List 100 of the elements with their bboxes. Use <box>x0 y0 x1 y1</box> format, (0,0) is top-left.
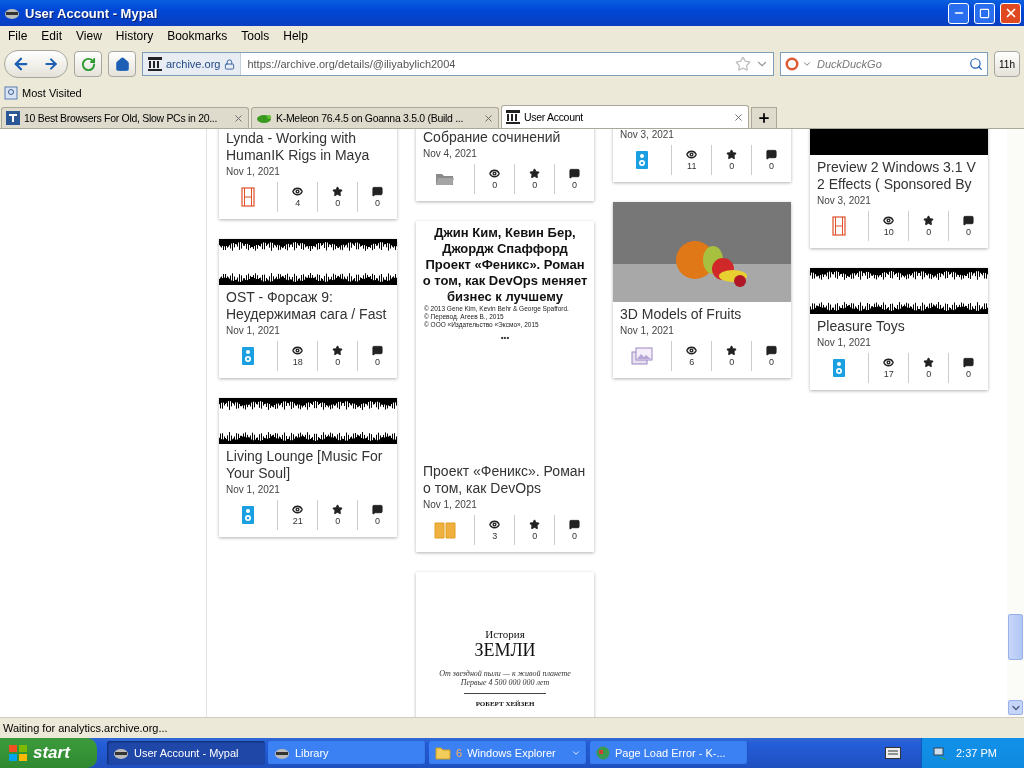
dropdown-icon[interactable] <box>802 59 812 69</box>
item-date: Nov 1, 2021 <box>226 483 281 497</box>
browser-tab[interactable]: K-Meleon 76.4.5 on Goanna 3.5.0 (Build ... <box>251 107 499 128</box>
comment-icon <box>372 503 384 515</box>
item-title[interactable]: 3D Models of Fruits <box>620 306 785 323</box>
menu-item[interactable]: Bookmarks <box>161 29 236 43</box>
item-card[interactable]: Pleasure Toys Nov 1, 2021 17 0 0 <box>810 268 988 390</box>
item-date: Nov 1, 2021 <box>423 498 478 512</box>
speaker-icon <box>833 359 846 377</box>
taskbar-button[interactable]: Page Load Error - K-... <box>590 741 748 765</box>
window-title: User Account - Mypal <box>25 5 159 21</box>
favorites-count: 0 <box>335 196 341 209</box>
item-card[interactable]: OST - Форсаж 9: Неудержимая сага / Fast Nov 1, 2021 18 0 0 <box>219 239 397 378</box>
site-icon <box>6 111 20 125</box>
views-count: 6 <box>689 355 695 368</box>
minimize-button[interactable] <box>948 2 969 24</box>
favorites-count: 0 <box>729 355 735 368</box>
item-title[interactable]: Lynda - Working with HumanIK Rigs in Maya <box>226 130 391 164</box>
browser-tab[interactable]: User Account <box>501 105 749 128</box>
taskbar-button[interactable]: 6 Windows Explorer <box>429 741 587 765</box>
taskbar-label: Page Load Error - K-... <box>615 747 727 759</box>
views-icon <box>883 356 895 368</box>
comments-count: 0 <box>375 514 381 527</box>
extension-button[interactable]: 11h <box>994 51 1020 77</box>
close-tab-icon[interactable] <box>233 112 244 124</box>
close-tab-icon[interactable] <box>733 111 744 123</box>
views-count: 17 <box>883 367 894 380</box>
comment-icon <box>569 518 581 530</box>
favorites-count: 0 <box>532 529 538 542</box>
maximize-button[interactable] <box>974 2 995 24</box>
item-title[interactable]: Проект «Феникс». Роман о том, как DevOps <box>423 463 588 497</box>
views-icon <box>489 518 501 530</box>
comments-count: 0 <box>375 355 381 368</box>
duck-icon <box>785 57 799 71</box>
item-title[interactable]: Preview 2 Windows 3.1 V 2 Effects ( Sponsored By <box>817 159 982 193</box>
item-title[interactable]: Собрание сочинений <box>423 129 588 146</box>
views-icon <box>883 214 895 226</box>
item-card[interactable] <box>416 221 594 552</box>
address-field[interactable]: archive.org https://archive.org/details/@iliyabylich2004 <box>142 52 774 76</box>
cover-title: ЗЕМЛИ <box>474 640 536 661</box>
item-card[interactable]: Living Lounge [Music For Your Soul] Nov 1, 2021 21 0 0 <box>219 398 397 537</box>
taskbar-button[interactable]: User Account - Mypal <box>107 741 265 765</box>
star-icon <box>332 344 344 356</box>
item-title[interactable]: Pleasure Toys <box>817 318 982 335</box>
views-icon <box>686 344 698 356</box>
reload-button[interactable] <box>74 51 102 77</box>
forward-arrow-icon <box>43 56 59 72</box>
menu-item[interactable]: View <box>70 29 110 43</box>
taskbar-label: User Account - Mypal <box>134 747 240 759</box>
new-tab-button[interactable] <box>751 107 777 128</box>
item-card[interactable]: Собрание сочинений Nov 4, 2021 0 0 0 <box>416 129 594 201</box>
plus-icon <box>757 111 771 125</box>
item-title[interactable]: OST - Форсаж 9: Неудержимая сага / Fast <box>226 289 391 323</box>
star-icon <box>923 356 935 368</box>
cover-ellipsis: ••• <box>500 333 510 342</box>
item-date: Nov 4, 2021 <box>423 147 478 161</box>
start-button[interactable]: start <box>0 738 97 768</box>
home-icon <box>114 56 130 72</box>
speaker-icon <box>636 151 649 169</box>
comment-icon <box>963 356 975 368</box>
search-icon[interactable] <box>969 57 983 71</box>
home-button[interactable] <box>108 51 136 77</box>
item-date: Nov 1, 2021 <box>620 324 675 338</box>
close-tab-icon[interactable] <box>483 112 494 124</box>
item-date: Nov 3, 2021 <box>620 129 675 142</box>
scroll-down-button[interactable] <box>1008 700 1023 715</box>
star-icon <box>726 148 738 160</box>
cover-heading: Джин Ким, Кевин Бер, Джордж Спаффорд Проект «Феникс». Роман о том, как DevOps меняет бизнес к лучшему <box>421 225 589 305</box>
speaker-icon <box>242 506 255 524</box>
scrollbar-thumb[interactable] <box>1008 614 1023 660</box>
item-card[interactable]: Preview 2 Windows 3.1 V 2 Effects ( Sponsored By Nov 3, 2021 10 0 0 <box>810 129 988 248</box>
comments-count: 0 <box>572 178 578 191</box>
star-icon <box>332 185 344 197</box>
item-title[interactable]: Living Lounge [Music For Your Soul] <box>226 448 391 482</box>
image-icon <box>631 347 654 365</box>
search-box[interactable]: DuckDuckGo <box>780 52 988 76</box>
favorites-count: 0 <box>335 355 341 368</box>
star-icon <box>726 344 738 356</box>
views-count: 11 <box>687 159 697 172</box>
bookmark-star-icon[interactable] <box>735 56 751 72</box>
item-card[interactable]: 3D Models of Fruits Nov 1, 2021 6 0 0 <box>613 202 791 378</box>
menu-item[interactable]: File <box>2 29 36 43</box>
item-card[interactable]: Lynda - Working with HumanIK Rigs in Maya Nov 1, 2021 4 0 0 <box>219 129 397 219</box>
comment-icon <box>372 185 384 197</box>
menu-item[interactable]: Help <box>277 29 316 43</box>
folder-icon <box>435 172 456 186</box>
menu-item[interactable]: Tools <box>235 29 278 43</box>
menu-item[interactable]: Edit <box>35 29 71 43</box>
browser-tab[interactable]: 10 Best Browsers For Old, Slow PCs in 20... <box>1 107 249 128</box>
caret-icon <box>571 748 581 758</box>
comments-count: 0 <box>769 355 775 368</box>
comments-count: 0 <box>572 529 578 542</box>
close-button[interactable] <box>1000 2 1021 24</box>
taskbar-button[interactable]: Library <box>268 741 426 765</box>
item-card[interactable]: Nov 3, 2021 11 0 0 <box>613 129 791 182</box>
site-identity: archive.org <box>166 58 221 70</box>
network-icon <box>932 745 948 761</box>
bookmark-link[interactable]: Most Visited <box>22 87 82 99</box>
menu-item[interactable]: History <box>109 29 162 43</box>
comment-icon <box>963 214 975 226</box>
